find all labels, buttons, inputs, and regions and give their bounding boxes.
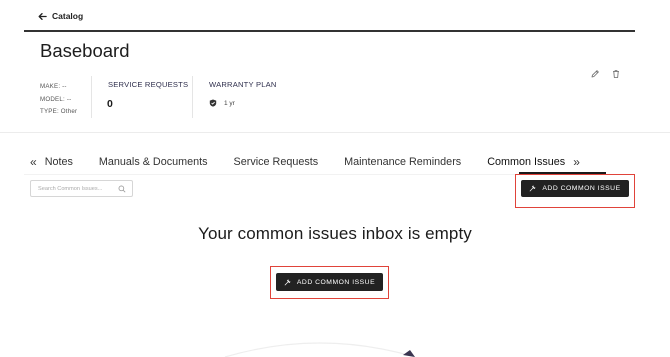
page-title: Baseboard	[40, 40, 130, 61]
header-divider	[24, 30, 635, 32]
search-box[interactable]	[30, 180, 133, 197]
add-common-issue-button[interactable]: ADD COMMON ISSUE	[521, 180, 629, 197]
stats-divider	[192, 76, 193, 118]
search-input[interactable]	[38, 185, 118, 192]
arrow-left-icon	[38, 12, 47, 20]
warranty-duration: 1 yr	[224, 99, 235, 107]
trash-icon	[613, 70, 619, 78]
delete-button[interactable]	[611, 66, 621, 84]
tab-common-issues[interactable]: Common Issues	[487, 156, 565, 168]
back-to-catalog-link[interactable]: Catalog	[38, 11, 83, 21]
empty-add-common-issue-label: ADD COMMON ISSUE	[296, 278, 376, 286]
back-label: Catalog	[52, 11, 84, 21]
make-field: MAKE: --	[40, 83, 67, 90]
service-requests-count: 0	[107, 98, 113, 110]
empty-state-message: Your common issues inbox is empty	[198, 224, 472, 243]
edit-button[interactable]	[590, 66, 600, 84]
chevrons-right-icon[interactable]: »	[573, 155, 580, 169]
type-field: TYPE: Other	[40, 108, 78, 115]
tab-bar: « Notes Manuals & Documents Service Requ…	[30, 152, 580, 172]
warranty-plan-value: 1 yr	[209, 99, 235, 107]
warranty-plan-label: WARRANTY PLAN	[209, 80, 277, 89]
section-divider	[0, 132, 670, 133]
empty-add-common-issue-button[interactable]: ADD COMMON ISSUE	[276, 273, 383, 291]
add-common-issue-label: ADD COMMON ISSUE	[542, 185, 621, 192]
wrench-icon	[284, 279, 291, 285]
pencil-icon	[591, 70, 599, 78]
meta-divider	[91, 76, 92, 118]
wrench-icon	[530, 185, 536, 192]
tab-service-requests[interactable]: Service Requests	[234, 156, 319, 168]
tab-manuals-documents[interactable]: Manuals & Documents	[99, 156, 208, 168]
service-requests-label: SERVICE REQUESTS	[108, 80, 189, 89]
tab-maintenance-reminders[interactable]: Maintenance Reminders	[344, 156, 461, 168]
empty-illustration	[224, 342, 416, 357]
chevrons-left-icon[interactable]: «	[30, 155, 37, 169]
search-icon	[118, 185, 126, 192]
model-field: MODEL: --	[40, 95, 72, 103]
shield-check-icon	[209, 99, 217, 107]
tab-notes[interactable]: Notes	[45, 156, 73, 168]
asset-meta: MAKE: -- MODEL: -- TYPE: Other	[40, 81, 77, 119]
